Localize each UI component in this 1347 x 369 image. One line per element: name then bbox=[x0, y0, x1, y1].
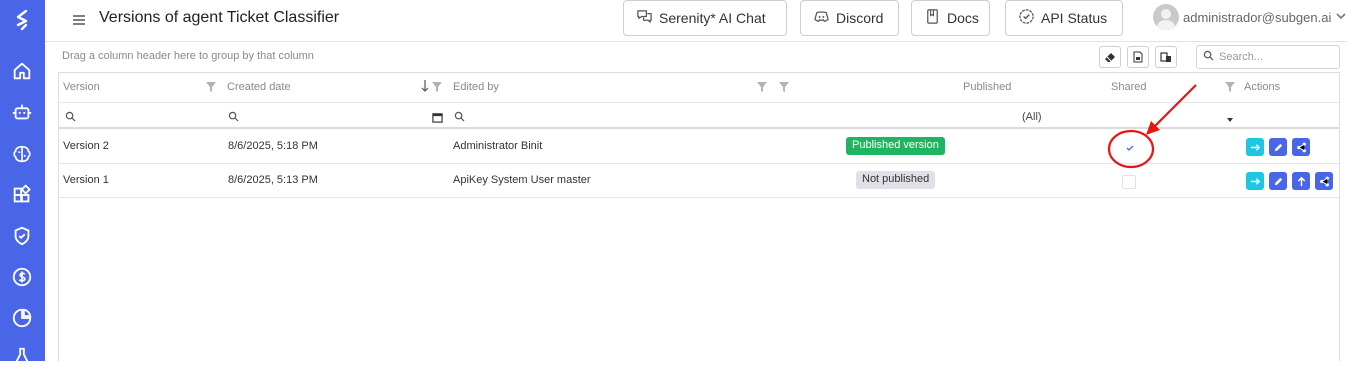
home-icon[interactable] bbox=[10, 59, 34, 83]
menu-icon[interactable] bbox=[72, 13, 86, 27]
search-icon[interactable] bbox=[65, 109, 76, 127]
shield-icon[interactable] bbox=[10, 224, 34, 248]
published-badge: Published version bbox=[846, 137, 945, 155]
discord-button[interactable]: Discord bbox=[800, 0, 899, 36]
created-date-cell: 8/6/2025, 5:18 PM bbox=[228, 140, 318, 152]
search-icon bbox=[1203, 50, 1214, 64]
search-icon[interactable] bbox=[454, 109, 465, 127]
filter-icon[interactable] bbox=[778, 80, 790, 98]
user-menu[interactable]: administrador@subgen.ai bbox=[1153, 4, 1347, 30]
created-date-cell: 8/6/2025, 5:13 PM bbox=[228, 174, 318, 186]
column-header-version[interactable]: Version bbox=[63, 81, 100, 93]
export-icon[interactable] bbox=[1127, 46, 1149, 68]
version-cell: Version 2 bbox=[63, 140, 109, 152]
published-filter-select[interactable]: (All) bbox=[1022, 111, 1042, 123]
group-panel[interactable]: Drag a column header here to group by th… bbox=[62, 50, 314, 62]
share-version-button[interactable] bbox=[1292, 138, 1310, 156]
edit-version-button[interactable] bbox=[1269, 172, 1287, 190]
filter-icon[interactable] bbox=[431, 80, 443, 98]
table-header: Version Created date Edited by Published… bbox=[59, 73, 1339, 103]
chevron-down-icon bbox=[1335, 10, 1347, 25]
serenity-chat-button[interactable]: Serenity* AI Chat bbox=[623, 0, 787, 36]
edited-by-cell: Administrator Binit bbox=[453, 140, 543, 152]
edited-by-cell: ApiKey System User master bbox=[453, 174, 591, 186]
column-chooser-icon[interactable] bbox=[1155, 46, 1177, 68]
calendar-icon[interactable] bbox=[432, 110, 443, 128]
grid-search-input[interactable]: Search... bbox=[1196, 45, 1340, 69]
sidebar bbox=[0, 0, 45, 365]
share-version-button[interactable] bbox=[1315, 172, 1333, 190]
column-header-edited-by[interactable]: Edited by bbox=[453, 81, 499, 93]
open-version-button[interactable] bbox=[1246, 138, 1264, 156]
pie-chart-icon[interactable] bbox=[10, 306, 34, 330]
flask-icon[interactable] bbox=[10, 345, 34, 369]
avatar bbox=[1153, 4, 1179, 30]
data-table: Version Created date Edited by Published… bbox=[58, 72, 1340, 361]
table-row[interactable]: Version 1 8/6/2025, 5:13 PM ApiKey Syste… bbox=[59, 164, 1339, 198]
badge-check-icon bbox=[1018, 8, 1035, 28]
caret-down-icon[interactable] bbox=[1226, 111, 1234, 129]
brain-icon[interactable] bbox=[10, 142, 34, 166]
filter-icon[interactable] bbox=[1224, 80, 1236, 98]
top-bar: Versions of agent Ticket Classifier Sere… bbox=[45, 0, 1347, 42]
column-header-created-date[interactable]: Created date bbox=[227, 81, 291, 93]
column-header-actions: Actions bbox=[1244, 81, 1281, 93]
user-email: administrador@subgen.ai bbox=[1183, 9, 1332, 25]
open-version-button[interactable] bbox=[1246, 172, 1264, 190]
sort-down-icon[interactable] bbox=[421, 79, 429, 98]
discord-icon bbox=[813, 8, 830, 28]
shared-checkbox[interactable] bbox=[1122, 175, 1136, 189]
eraser-icon[interactable] bbox=[1099, 46, 1121, 68]
api-status-button[interactable]: API Status bbox=[1005, 0, 1123, 36]
book-icon bbox=[924, 8, 941, 28]
not-published-badge: Not published bbox=[856, 171, 936, 189]
table-row[interactable]: Version 2 8/6/2025, 5:18 PM Administrato… bbox=[59, 130, 1339, 164]
dollar-icon[interactable] bbox=[10, 265, 34, 289]
apps-icon[interactable] bbox=[10, 183, 34, 207]
column-header-published[interactable]: Published bbox=[963, 81, 1011, 93]
filter-icon[interactable] bbox=[756, 80, 768, 98]
filter-icon[interactable] bbox=[205, 80, 217, 98]
chat-icon bbox=[636, 8, 653, 28]
version-cell: Version 1 bbox=[63, 174, 109, 186]
shared-checkbox[interactable] bbox=[1122, 140, 1136, 154]
edit-version-button[interactable] bbox=[1269, 138, 1287, 156]
versions-grid: Drag a column header here to group by th… bbox=[58, 43, 1340, 361]
robot-icon[interactable] bbox=[10, 100, 34, 124]
search-icon[interactable] bbox=[228, 109, 239, 127]
column-header-shared[interactable]: Shared bbox=[1111, 81, 1146, 93]
publish-version-button[interactable] bbox=[1292, 172, 1310, 190]
page-title: Versions of agent Ticket Classifier bbox=[99, 9, 340, 26]
logo-icon[interactable] bbox=[10, 8, 34, 34]
filter-row: (All) bbox=[59, 103, 1339, 129]
docs-button[interactable]: Docs bbox=[911, 0, 990, 36]
